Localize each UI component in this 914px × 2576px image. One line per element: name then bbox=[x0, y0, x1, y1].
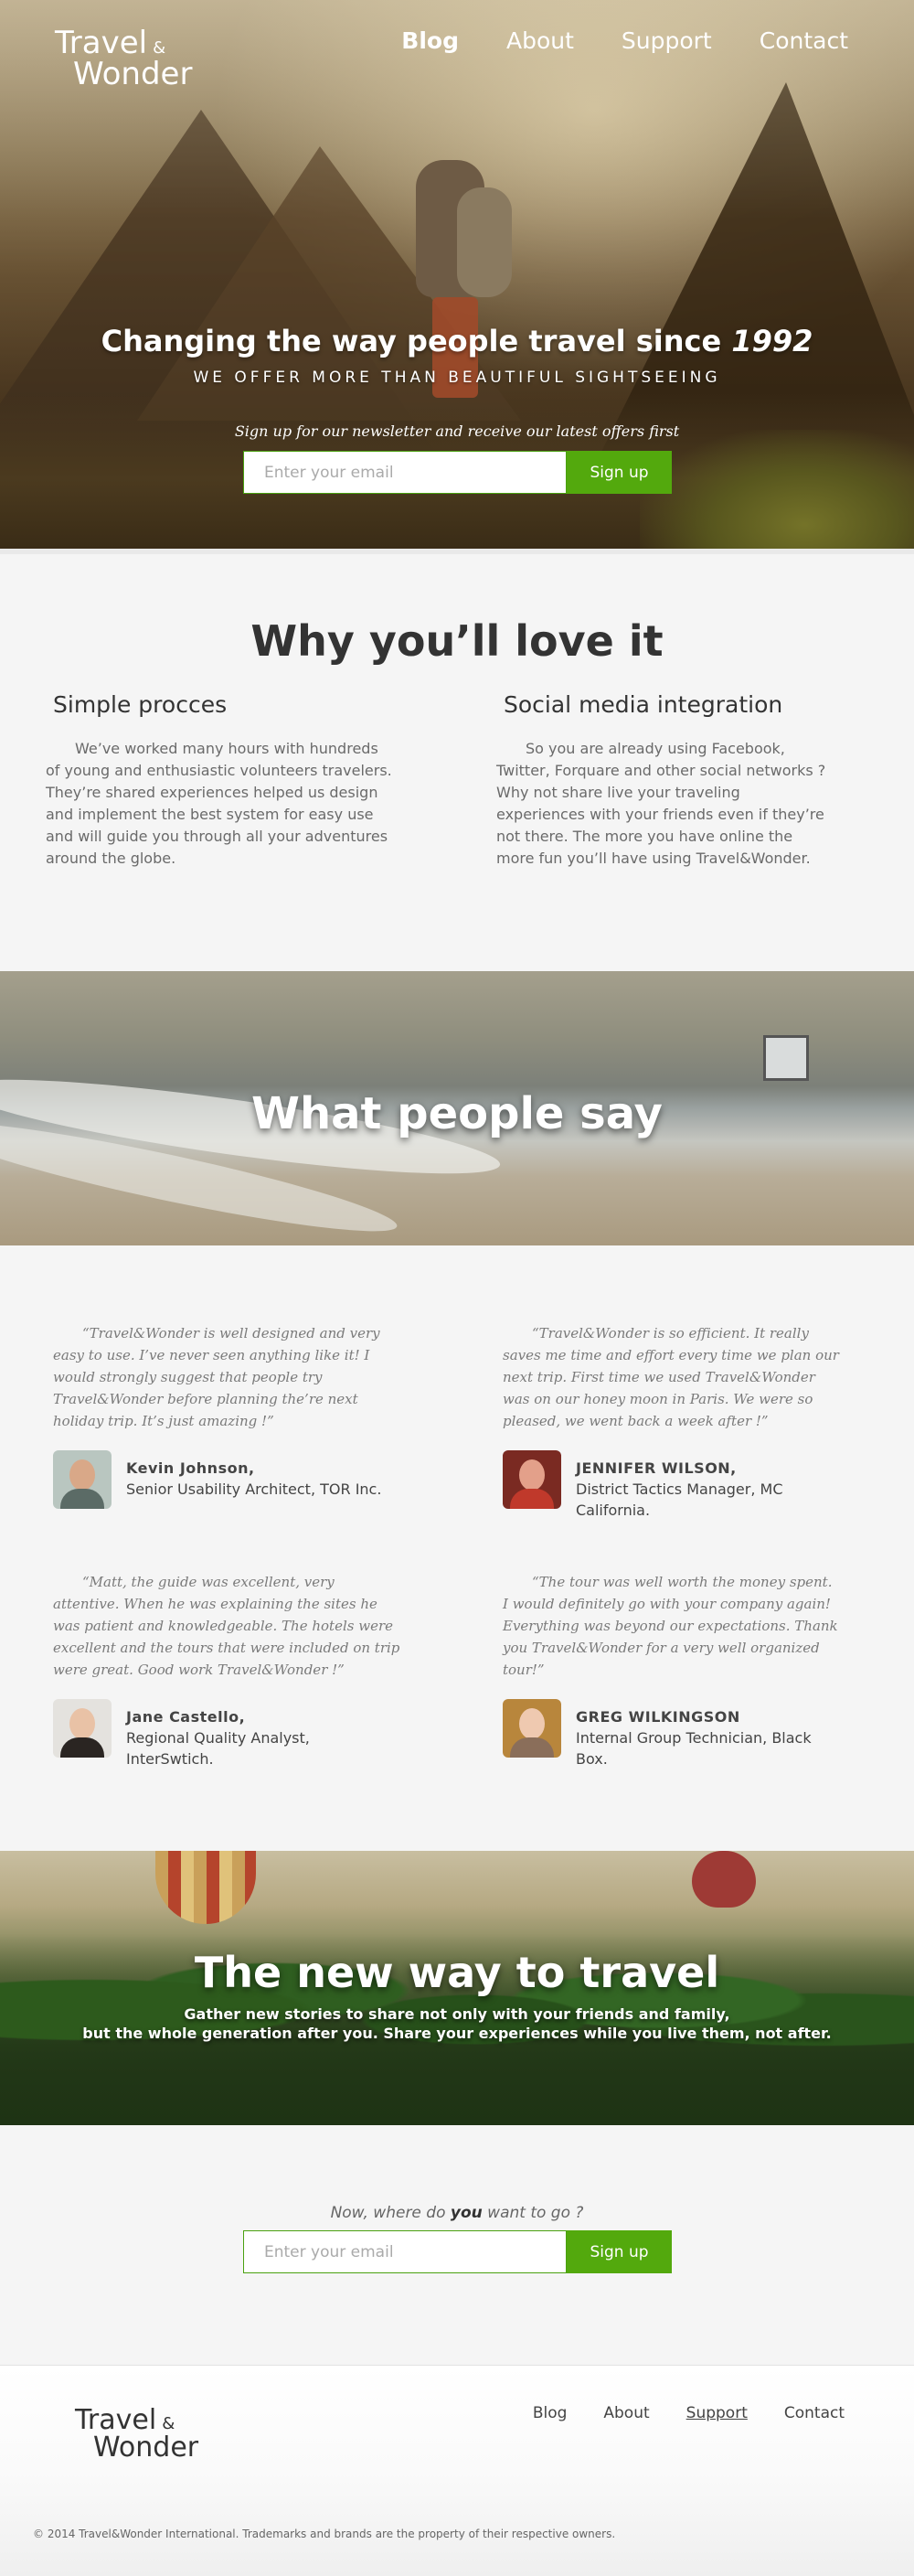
testimonial-quote: “Travel&Wonder is well designed and very… bbox=[53, 1325, 380, 1429]
testimonials-section: “Travel&Wonder is well designed and very… bbox=[0, 1245, 914, 1851]
footer: Travel & Wonder Blog About Support Contac… bbox=[0, 2365, 914, 2576]
footer-nav: Blog About Support Contact bbox=[496, 2404, 845, 2422]
cta-section: Now, where do you want to go ? Sign up bbox=[0, 2125, 914, 2365]
testimonial-author: Jane Castello, Regional Quality Analyst,… bbox=[53, 1699, 400, 1769]
author-role: Senior Usability Architect, TOR Inc. bbox=[126, 1480, 382, 1498]
feature-title: Social media integration bbox=[504, 691, 783, 718]
author-name: Jane Castello, bbox=[126, 1708, 246, 1726]
nav-support[interactable]: Support bbox=[622, 27, 712, 54]
hero-grass bbox=[640, 430, 914, 549]
cta-signup-form: Sign up bbox=[243, 2230, 672, 2273]
author-name: Kevin Johnson, bbox=[126, 1459, 255, 1477]
hero-subtitle: WE OFFER MORE THAN BEAUTIFUL SIGHTSEEING bbox=[193, 369, 721, 387]
hero-title: Changing the way people travel since 199… bbox=[101, 324, 813, 358]
author-name: JENNIFER WILSON, bbox=[576, 1459, 737, 1477]
copyright: © 2014 Travel&Wonder International. Trad… bbox=[33, 2528, 616, 2540]
testimonial-card: “Travel&Wonder is so efficient. It reall… bbox=[503, 1322, 841, 1521]
testimonial-card: “The tour was well worth the money spent… bbox=[503, 1571, 841, 1769]
feature-social-media: Social media integration So you are alre… bbox=[496, 691, 830, 870]
footer-logo[interactable]: Travel & Wonder bbox=[75, 2407, 198, 2462]
testimonial-author: JENNIFER WILSON, District Tactics Manage… bbox=[503, 1450, 841, 1521]
hiker-figure bbox=[407, 160, 526, 398]
new-way-title: The new way to travel bbox=[194, 1948, 720, 1997]
hero-section: Travel & Wonder Blog About Support Contac… bbox=[0, 0, 914, 549]
cta-signup-button[interactable]: Sign up bbox=[567, 2230, 672, 2273]
why-title: Why you’ll love it bbox=[250, 616, 664, 666]
footer-nav-about[interactable]: About bbox=[603, 2404, 649, 2422]
avatar bbox=[53, 1699, 112, 1758]
feature-simple-process: Simple procces We’ve worked many hours w… bbox=[46, 691, 393, 870]
hero-signup-button[interactable]: Sign up bbox=[567, 451, 672, 494]
feature-text: We’ve worked many hours with hundreds of… bbox=[46, 740, 392, 867]
cta-email-input[interactable] bbox=[243, 2230, 567, 2273]
footer-nav-support[interactable]: Support bbox=[686, 2404, 748, 2422]
author-role: Regional Quality Analyst, InterSwtich. bbox=[126, 1729, 310, 1768]
nav-contact[interactable]: Contact bbox=[760, 27, 848, 54]
testimonial-card: “Travel&Wonder is well designed and very… bbox=[53, 1322, 400, 1509]
feature-text: So you are already using Facebook, Twitt… bbox=[496, 740, 826, 867]
lifeguard-tower bbox=[763, 1035, 809, 1081]
testimonial-quote: “Matt, the guide was excellent, very att… bbox=[53, 1574, 400, 1678]
testimonial-author: GREG WILKINGSON Internal Group Technicia… bbox=[503, 1699, 841, 1769]
newsletter-note: Sign up for our newsletter and receive o… bbox=[234, 422, 680, 440]
testimonials-banner: What people say bbox=[0, 971, 914, 1245]
nav-about[interactable]: About bbox=[506, 27, 574, 54]
avatar bbox=[503, 1450, 561, 1509]
testimonials-banner-title: What people say bbox=[251, 1088, 663, 1139]
main-nav: Blog About Support Contact bbox=[354, 27, 848, 54]
hero-email-input[interactable] bbox=[243, 451, 567, 494]
author-role: District Tactics Manager, MC California. bbox=[576, 1480, 783, 1519]
cta-question: Now, where do you want to go ? bbox=[330, 2204, 584, 2222]
why-section: Why you’ll love it Simple procces We’ve … bbox=[0, 549, 914, 971]
avatar bbox=[503, 1699, 561, 1758]
testimonial-card: “Matt, the guide was excellent, very att… bbox=[53, 1571, 400, 1769]
brand-line1: Travel & bbox=[55, 25, 166, 61]
hero-signup-form: Sign up bbox=[243, 451, 672, 494]
hot-air-balloon bbox=[692, 1851, 756, 1908]
testimonial-quote: “Travel&Wonder is so efficient. It reall… bbox=[503, 1325, 839, 1429]
brand-logo[interactable]: Travel & Wonder bbox=[55, 27, 192, 90]
footer-nav-contact[interactable]: Contact bbox=[784, 2404, 845, 2422]
testimonial-author: Kevin Johnson, Senior Usability Architec… bbox=[53, 1450, 400, 1509]
author-name: GREG WILKINGSON bbox=[576, 1708, 740, 1726]
new-way-banner: The new way to travel Gather new stories… bbox=[0, 1851, 914, 2125]
nav-blog[interactable]: Blog bbox=[401, 27, 459, 54]
brand-line2: Wonder bbox=[73, 56, 193, 92]
author-role: Internal Group Technician, Black Box. bbox=[576, 1729, 812, 1768]
hot-air-balloon bbox=[155, 1851, 256, 1924]
testimonial-quote: “The tour was well worth the money spent… bbox=[503, 1574, 838, 1678]
new-way-subtitle: Gather new stories to share not only wit… bbox=[82, 2005, 832, 2042]
footer-nav-blog[interactable]: Blog bbox=[533, 2404, 568, 2422]
feature-title: Simple procces bbox=[53, 691, 228, 718]
avatar bbox=[53, 1450, 112, 1509]
